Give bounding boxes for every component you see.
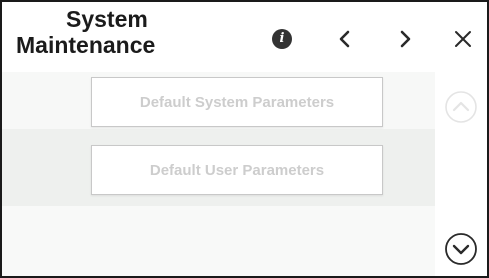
close-icon: [455, 31, 471, 47]
chevron-right-icon: [400, 30, 411, 48]
page-title: System Maintenance: [16, 6, 236, 58]
close-button[interactable]: [446, 24, 480, 54]
previous-button[interactable]: [328, 24, 362, 54]
content-area: Default System Parameters Default User P…: [2, 72, 435, 276]
info-icon: i: [272, 29, 292, 49]
info-button[interactable]: i: [265, 24, 299, 54]
system-maintenance-screen: System Maintenance i Default System Para…: [0, 0, 489, 278]
chevron-down-circle-icon[interactable]: [443, 231, 479, 267]
default-user-parameters-button[interactable]: Default User Parameters: [91, 145, 383, 195]
default-system-parameters-button[interactable]: Default System Parameters: [91, 77, 383, 127]
scroll-bar: [435, 72, 487, 276]
chevron-up-circle-icon[interactable]: [443, 89, 479, 125]
header-bar: System Maintenance i: [2, 2, 487, 72]
page-title-line-2: Maintenance: [16, 32, 156, 58]
chevron-left-icon: [339, 30, 350, 48]
next-button[interactable]: [388, 24, 422, 54]
page-title-line-1: System: [66, 6, 148, 32]
